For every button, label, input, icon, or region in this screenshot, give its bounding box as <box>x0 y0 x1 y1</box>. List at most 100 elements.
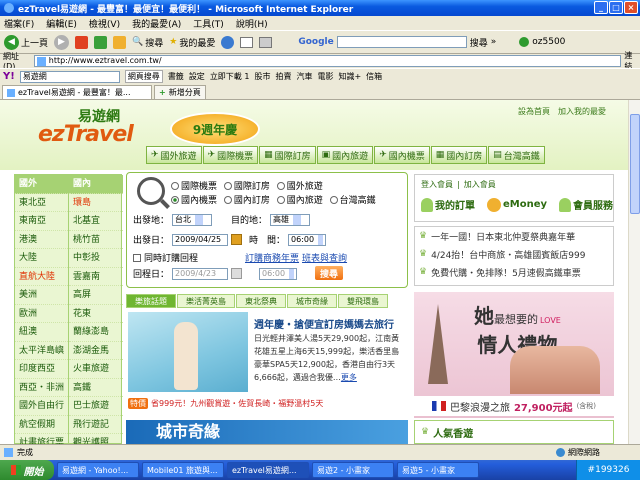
deal-tab-festival[interactable]: 東北祭典 <box>236 294 286 308</box>
city-banner[interactable]: 城市奇緣 <box>126 420 408 444</box>
nav-domestic-hotels[interactable]: ▦ 國內訂房 <box>430 146 488 164</box>
nav-intl-flights[interactable]: ✈ 國際機票 <box>202 146 259 164</box>
yahoo-download[interactable]: 立即下載 1 <box>210 71 250 82</box>
print-icon[interactable] <box>259 36 273 48</box>
anniversary-badge[interactable]: 9週年慶 <box>170 112 260 146</box>
deal-tab-elite-island[interactable]: 樂活菁英島 <box>177 294 235 308</box>
deal-title[interactable]: 週年慶・搶便宜訂房媽媽去旅行 <box>254 316 394 331</box>
task-item[interactable]: 易遊5 - 小畫家 <box>397 462 479 478</box>
yahoo-search-button[interactable]: 網頁搜尋 <box>124 70 163 83</box>
dest-link[interactable]: 東北亞 <box>15 194 68 212</box>
dest-link[interactable]: 東南亞 <box>15 212 68 231</box>
google-search-input[interactable] <box>336 36 467 48</box>
dest-link[interactable]: 航空假期 <box>15 416 68 434</box>
task-item[interactable]: 易遊網 - Yahoo!... <box>57 462 139 478</box>
service-button[interactable]: 會員服務 <box>559 197 613 212</box>
nav-domestic-flights[interactable]: ✈ 國內機票 <box>374 146 430 164</box>
set-homepage-link[interactable]: 設為首頁 <box>518 106 550 117</box>
nav-domestic-tour[interactable]: ▣ 國內旅遊 <box>316 146 374 164</box>
scroll-thumb[interactable] <box>630 114 640 214</box>
dest-link[interactable]: 澎湖金馬 <box>69 342 123 360</box>
radio-hsr[interactable]: 台灣高鐵 <box>329 193 376 206</box>
yahoo-bookmarks[interactable]: 書籤 <box>168 71 184 82</box>
schedule-link[interactable]: 班表與查詢 <box>302 251 347 264</box>
dest-link[interactable]: 蘭綠澎島 <box>69 323 123 342</box>
news-item[interactable]: ♛ 一年一國！日本東北仲夏祭典嘉年華 <box>415 227 613 245</box>
popular-header[interactable]: ♛ 人氣香遊 <box>414 420 614 444</box>
dest-link[interactable]: 紐澳 <box>15 323 68 342</box>
news-item[interactable]: ♛ 4/24抬！台中商旅・高雄國賓飯店999 <box>415 245 613 263</box>
yahoo-movies[interactable]: 電影 <box>317 71 333 82</box>
return-time-select[interactable]: 06:00 <box>259 267 298 280</box>
dest-link[interactable]: 中彰投 <box>69 249 123 268</box>
menu-edit[interactable]: 編輯(E) <box>46 17 77 30</box>
stop-icon[interactable] <box>75 35 89 49</box>
start-button[interactable]: 開始 <box>0 460 54 480</box>
nav-overseas-tour[interactable]: ✈ 國外旅遊 <box>146 146 202 164</box>
roundtrip-checkbox[interactable] <box>133 253 141 262</box>
dest-link[interactable]: 美洲 <box>15 286 68 305</box>
dest-link[interactable]: 計畫旅行票 <box>15 434 68 444</box>
from-select[interactable]: 台北 <box>172 213 213 226</box>
nav-intl-hotels[interactable]: ▦ 國際訂房 <box>259 146 316 164</box>
dest-link[interactable]: 港澳 <box>15 231 68 249</box>
minimize-button[interactable]: _ <box>594 1 608 14</box>
tab-new[interactable]: + 新增分頁 <box>154 85 206 99</box>
menu-view[interactable]: 檢視(V) <box>89 17 120 30</box>
yahoo-search-input[interactable]: 易遊網 <box>19 70 120 83</box>
yahoo-auction[interactable]: 拍賣 <box>275 71 291 82</box>
menu-tools[interactable]: 工具(T) <box>193 17 224 30</box>
orders-button[interactable]: 我的訂單 <box>421 197 475 212</box>
gift-ad[interactable]: 她最想要的 LOVE 情人禮物 巴黎浪漫之旅 27,900元起 (含稅) <box>414 292 614 418</box>
favorites-button[interactable]: ★ 我的最愛 <box>169 36 215 49</box>
calendar-icon[interactable] <box>231 268 243 279</box>
dest-link[interactable]: 大陸 <box>15 249 68 268</box>
dest-link[interactable]: 桃竹苗 <box>69 231 123 249</box>
dest-link[interactable]: 火車旅遊 <box>69 360 123 379</box>
dest-link[interactable]: 西亞・非洲 <box>15 379 68 397</box>
dest-link[interactable]: 北基宜 <box>69 212 123 231</box>
refresh-icon[interactable] <box>94 35 108 49</box>
dest-link[interactable]: 高屏 <box>69 286 123 305</box>
search-button[interactable]: 🔍 搜尋 <box>132 36 163 49</box>
yahoo-stocks[interactable]: 股市 <box>254 71 270 82</box>
menu-favorites[interactable]: 我的最愛(A) <box>132 17 181 30</box>
home-icon[interactable] <box>113 35 127 49</box>
dest-link[interactable]: 歐洲 <box>15 305 68 323</box>
dest-link[interactable]: 直航大陸 <box>15 268 68 286</box>
business-pass-link[interactable]: 訂購商務年票 <box>245 251 299 264</box>
return-date-input[interactable]: 2009/4/23 <box>172 267 229 280</box>
vertical-scrollbar[interactable] <box>628 100 640 444</box>
deal-tab-topics[interactable]: 樂旅話題 <box>126 294 176 308</box>
to-select[interactable]: 高雄 <box>270 213 311 226</box>
logo-english[interactable]: ezTravel <box>38 122 134 147</box>
dest-link[interactable]: 高鐵 <box>69 379 123 397</box>
back-button[interactable]: ◀ 上一頁 <box>4 34 48 50</box>
radio-intl-flight[interactable]: 國際機票 <box>171 179 217 192</box>
login-link[interactable]: 登入會員 <box>421 179 453 190</box>
radio-domestic-tour[interactable]: 國內旅遊 <box>276 193 323 206</box>
dest-link[interactable]: 太平洋島嶼 <box>15 342 68 360</box>
dest-link[interactable]: 環島 <box>69 194 123 212</box>
menu-file[interactable]: 檔案(F) <box>4 17 34 30</box>
mail-icon[interactable] <box>240 36 254 48</box>
maximize-button[interactable]: □ <box>609 1 623 14</box>
yahoo-knowledge[interactable]: 知識+ <box>338 71 361 82</box>
dest-link[interactable]: 觀光護照 <box>69 434 123 444</box>
task-item-active[interactable]: ezTravel易遊網... <box>227 462 309 478</box>
add-favorite-link[interactable]: 加入我的最愛 <box>558 106 606 117</box>
forward-button[interactable]: ▶ <box>54 34 70 50</box>
join-link[interactable]: 加入會員 <box>464 179 496 190</box>
nav-hsr[interactable]: ▤ 台灣高鐵 <box>488 146 545 164</box>
address-input[interactable]: http://www.eztravel.com.tw/ <box>33 55 622 67</box>
close-button[interactable]: × <box>624 1 638 14</box>
dest-link[interactable]: 國外自由行 <box>15 397 68 416</box>
calendar-icon[interactable] <box>231 234 243 245</box>
promo-line[interactable]: 特價 省999元！九州觀賞遊・佐賀長崎・福野溫村5天 <box>128 398 323 409</box>
depart-time-select[interactable]: 06:00 <box>288 233 327 246</box>
deal-image[interactable] <box>128 312 248 392</box>
depart-date-input[interactable]: 2009/04/25 <box>172 233 229 246</box>
task-item[interactable]: Mobile01 旅遊與... <box>142 462 224 478</box>
radio-intl-hotel[interactable]: 國際訂房 <box>223 179 270 192</box>
google-search-button[interactable]: 搜尋 <box>470 36 488 49</box>
